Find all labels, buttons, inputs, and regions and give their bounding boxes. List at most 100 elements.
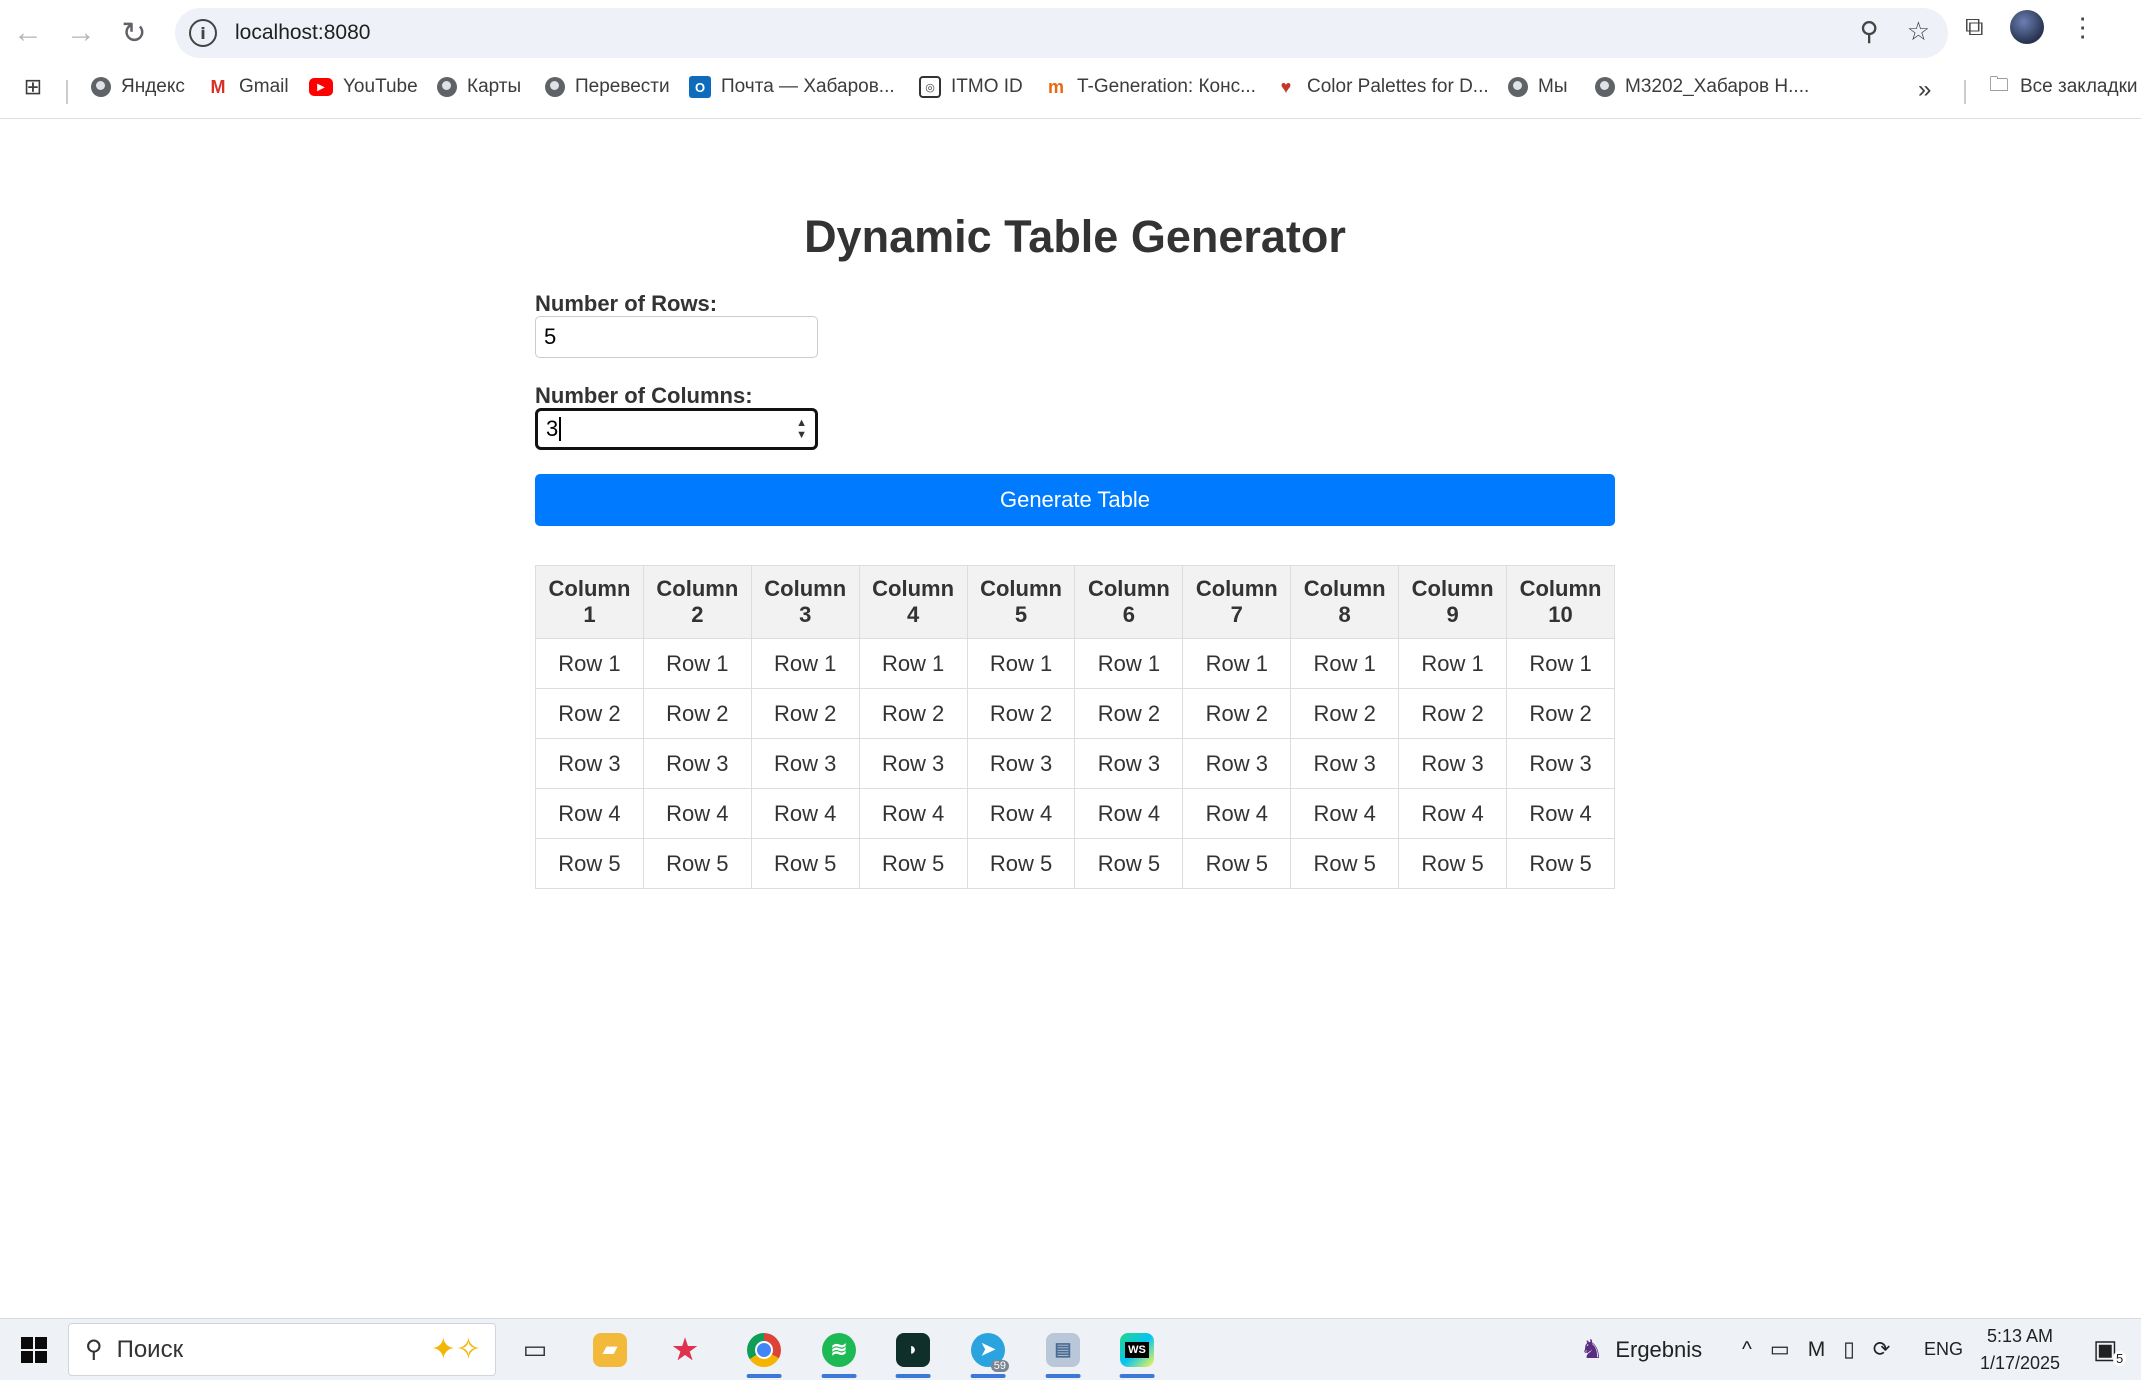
bookmark-translate[interactable]: Перевести bbox=[545, 76, 670, 98]
taskbar: ⚲ Поиск ✦✧ ▭ ▰ ★ ≋ ◗ ➤ 59 ▤ WS ♞ Ergebni… bbox=[0, 1318, 2141, 1380]
table-cell: Row 2 bbox=[642, 688, 752, 739]
bookmark-palettes[interactable]: ♥ Color Palettes for D... bbox=[1275, 76, 1489, 98]
table-cell: Row 4 bbox=[535, 788, 644, 839]
spinner-up-icon[interactable]: ▲ bbox=[796, 417, 807, 429]
generate-table-button[interactable]: Generate Table bbox=[535, 474, 1615, 526]
table-cell: Row 4 bbox=[1398, 788, 1508, 839]
zoom-icon[interactable]: ⚲ bbox=[1860, 16, 1879, 47]
bookmark-tgeneration[interactable]: m T-Generation: Конс... bbox=[1045, 76, 1256, 98]
table-cell: Row 4 bbox=[1074, 788, 1184, 839]
telegram-icon[interactable]: ➤ 59 bbox=[959, 1319, 1017, 1380]
reload-icon[interactable]: ↻ bbox=[110, 9, 158, 57]
table-cell: Row 1 bbox=[858, 638, 968, 689]
bookmark-yandex[interactable]: Яндекс bbox=[91, 76, 185, 98]
bookmarks-separator bbox=[1964, 80, 1966, 104]
table-cell: Row 4 bbox=[858, 788, 968, 839]
column-header: Column 4 bbox=[858, 565, 968, 639]
bookmark-maps[interactable]: Карты bbox=[437, 76, 521, 98]
clock-time: 5:13 AM bbox=[1986, 1325, 2054, 1346]
spotify-icon[interactable]: ≋ bbox=[810, 1319, 868, 1380]
bookmark-star-icon[interactable]: ☆ bbox=[1907, 16, 1930, 47]
table-cell: Row 1 bbox=[642, 638, 752, 689]
table-cell: Row 5 bbox=[1074, 838, 1184, 889]
column-header: Column 5 bbox=[966, 565, 1076, 639]
forward-icon[interactable]: → bbox=[57, 9, 105, 57]
tray-battery-icon[interactable]: ▯ bbox=[1843, 1337, 1855, 1362]
bookmark-gmail[interactable]: M Gmail bbox=[207, 76, 289, 98]
app-icon-photos[interactable]: ▤ bbox=[1034, 1319, 1092, 1380]
table-cell: Row 4 bbox=[642, 788, 752, 839]
table-cell: Row 3 bbox=[642, 738, 752, 789]
weather-widget[interactable]: ♞ Ergebnis bbox=[1580, 1319, 1702, 1380]
column-header-word: Column bbox=[1411, 576, 1494, 601]
menu-icon[interactable]: ⋮ bbox=[2070, 12, 2096, 43]
column-header: Column 1 bbox=[535, 565, 644, 639]
active-indicator bbox=[746, 1374, 782, 1378]
app-icon-star[interactable]: ★ bbox=[660, 1319, 710, 1380]
bookmark-itmo[interactable]: ◎ ITMO ID bbox=[919, 76, 1023, 98]
table-cell: Row 1 bbox=[1506, 638, 1615, 689]
copilot-sparkle-icon: ✦✧ bbox=[430, 1333, 481, 1366]
site-info-icon[interactable]: i bbox=[189, 19, 217, 47]
active-indicator bbox=[895, 1374, 931, 1378]
columns-input[interactable]: 3 ▲ ▼ bbox=[535, 408, 818, 450]
table-cell: Row 2 bbox=[966, 688, 1076, 739]
table-cell: Row 1 bbox=[966, 638, 1076, 689]
tray-network-icon[interactable]: ▭ bbox=[1770, 1337, 1790, 1362]
bookmark-label: T-Generation: Конс... bbox=[1077, 76, 1256, 97]
file-explorer-icon[interactable]: ▰ bbox=[585, 1319, 635, 1380]
column-header-word: Column bbox=[1303, 576, 1386, 601]
clock[interactable]: 5:13 AM 1/17/2025 bbox=[1980, 1319, 2060, 1380]
back-icon[interactable]: ← bbox=[4, 9, 52, 57]
table-row: Row 4 Row 4 Row 4 Row 4 Row 4 Row 4 Row 4 Row 4… bbox=[535, 788, 1615, 839]
table-row: Row 2 Row 2 Row 2 Row 2 Row 2 Row 2 Row 2 Row 2… bbox=[535, 688, 1615, 739]
notifications-button[interactable]: ▣ 5 bbox=[2093, 1319, 2127, 1380]
taskbar-search[interactable]: ⚲ Поиск ✦✧ bbox=[68, 1323, 496, 1376]
table-cell: Row 5 bbox=[1398, 838, 1508, 889]
profile-avatar[interactable] bbox=[2009, 10, 2044, 44]
text-caret bbox=[559, 417, 562, 441]
column-header-word: Column bbox=[872, 576, 955, 601]
bookmark-label: Яндекс bbox=[121, 76, 185, 97]
number-spinner[interactable]: ▲ ▼ bbox=[796, 417, 807, 441]
tray-app-icon[interactable]: M bbox=[1808, 1338, 1826, 1362]
spinner-down-icon[interactable]: ▼ bbox=[796, 429, 807, 441]
folder-icon: 🗀 bbox=[1989, 74, 2009, 96]
bookmark-mail[interactable]: O Почта — Хабаров... bbox=[689, 76, 895, 98]
column-header: Column 10 bbox=[1506, 565, 1615, 639]
table-cell: Row 3 bbox=[966, 738, 1076, 789]
more-bookmarks-icon[interactable]: » bbox=[1918, 76, 1931, 104]
language-indicator[interactable]: ENG bbox=[1924, 1319, 1963, 1380]
palette-icon: ♥ bbox=[1280, 76, 1292, 97]
bookmark-m3202[interactable]: M3202_Хабаров Н.... bbox=[1595, 76, 1809, 98]
bookmarks-bar: ⊞ Яндекс M Gmail ▶ YouTube Карты Перевес… bbox=[0, 66, 2141, 118]
tray-sync-icon[interactable]: ⟳ bbox=[1873, 1337, 1891, 1362]
table-cell: Row 5 bbox=[535, 838, 644, 889]
apps-icon[interactable]: ⊞ bbox=[22, 74, 44, 99]
tray-chevron-icon[interactable]: ^ bbox=[1742, 1338, 1752, 1362]
table-cell: Row 3 bbox=[858, 738, 968, 789]
column-header-number: 10 bbox=[1548, 602, 1573, 627]
bookmark-label: YouTube bbox=[343, 76, 418, 97]
rows-input[interactable]: 5 bbox=[535, 316, 818, 358]
bookmark-my[interactable]: Мы bbox=[1508, 76, 1567, 98]
app-icon-dark[interactable]: ◗ bbox=[884, 1319, 942, 1380]
bookmark-youtube[interactable]: ▶ YouTube bbox=[309, 76, 418, 98]
table-cell: Row 3 bbox=[1182, 738, 1292, 789]
webstorm-icon[interactable]: WS bbox=[1108, 1319, 1166, 1380]
table-cell: Row 3 bbox=[1074, 738, 1184, 789]
address-bar[interactable]: i localhost:8080 ⚲ ☆ bbox=[175, 8, 1948, 58]
page-title: Dynamic Table Generator bbox=[804, 211, 1346, 262]
chrome-icon[interactable] bbox=[735, 1319, 793, 1380]
bookmark-label: Карты bbox=[467, 76, 522, 97]
column-header-word: Column bbox=[1195, 576, 1278, 601]
telegram-badge: 59 bbox=[990, 1360, 1009, 1372]
table-cell: Row 5 bbox=[966, 838, 1076, 889]
globe-icon bbox=[1508, 77, 1528, 97]
task-view-icon[interactable]: ▭ bbox=[510, 1319, 560, 1380]
extensions-icon[interactable]: ⧉ bbox=[1965, 11, 1984, 43]
url-text[interactable]: localhost:8080 bbox=[235, 21, 370, 45]
active-indicator bbox=[1119, 1374, 1155, 1378]
all-bookmarks[interactable]: 🗀 Все закладки bbox=[1988, 74, 2138, 98]
windows-start-icon[interactable] bbox=[10, 1319, 58, 1380]
